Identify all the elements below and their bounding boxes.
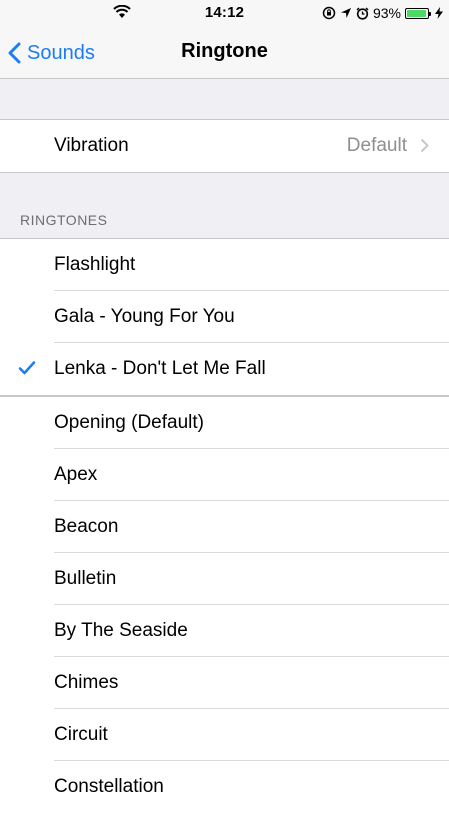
- ringtone-label: Bulletin: [54, 568, 117, 589]
- battery-icon: [405, 7, 431, 19]
- charging-icon: [435, 7, 443, 19]
- rotation-lock-icon: [322, 6, 336, 20]
- ringtone-row-chimes[interactable]: Chimes: [0, 657, 449, 709]
- ringtone-label: Circuit: [54, 724, 108, 745]
- ringtone-row-bulletin[interactable]: Bulletin: [0, 553, 449, 605]
- ringtone-label: Chimes: [54, 672, 119, 693]
- ringtone-row-beacon[interactable]: Beacon: [0, 501, 449, 553]
- ringtone-row-apex[interactable]: Apex: [0, 449, 449, 501]
- ringtone-label: Gala - Young For You: [54, 306, 235, 327]
- ringtone-row-circuit[interactable]: Circuit: [0, 709, 449, 761]
- ringtones-list: Flashlight Gala - Young For You Lenka - …: [0, 238, 449, 813]
- ringtone-label: Lenka - Don't Let Me Fall: [54, 358, 266, 379]
- vibration-group: Vibration Default: [0, 119, 449, 173]
- vibration-value: Default: [346, 135, 407, 156]
- ringtones-section-header: RINGTONES: [20, 212, 108, 228]
- vibration-label: Vibration: [54, 135, 129, 156]
- ringtone-label: By The Seaside: [54, 620, 188, 641]
- ringtone-row-by-the-seaside[interactable]: By The Seaside: [0, 605, 449, 657]
- chevron-right-icon: [420, 138, 429, 153]
- ringtone-label: Opening (Default): [54, 412, 204, 433]
- ringtone-row-opening[interactable]: Opening (Default): [0, 397, 449, 449]
- ringtone-label: Flashlight: [54, 254, 136, 275]
- status-bar: 14:12 93%: [0, 0, 449, 28]
- navigation-bar: Sounds Ringtone: [0, 28, 449, 79]
- ringtone-label: Constellation: [54, 776, 164, 797]
- ringtone-row-lenka[interactable]: Lenka - Don't Let Me Fall: [0, 343, 449, 395]
- ringtone-row-gala[interactable]: Gala - Young For You: [0, 291, 449, 343]
- ringtone-row-flashlight[interactable]: Flashlight: [0, 239, 449, 291]
- alarm-icon: [356, 6, 369, 20]
- battery-level-fill: [407, 9, 426, 17]
- ringtone-row-constellation[interactable]: Constellation: [0, 761, 449, 813]
- status-right-group: 93%: [322, 3, 443, 23]
- location-icon: [340, 8, 351, 18]
- page-title: Ringtone: [181, 40, 268, 62]
- checkmark-icon: [18, 361, 36, 375]
- ringtone-label: Beacon: [54, 516, 119, 537]
- battery-percent: 93%: [372, 5, 401, 21]
- vibration-row[interactable]: Vibration Default: [0, 120, 449, 172]
- ringtone-label: Apex: [54, 464, 98, 485]
